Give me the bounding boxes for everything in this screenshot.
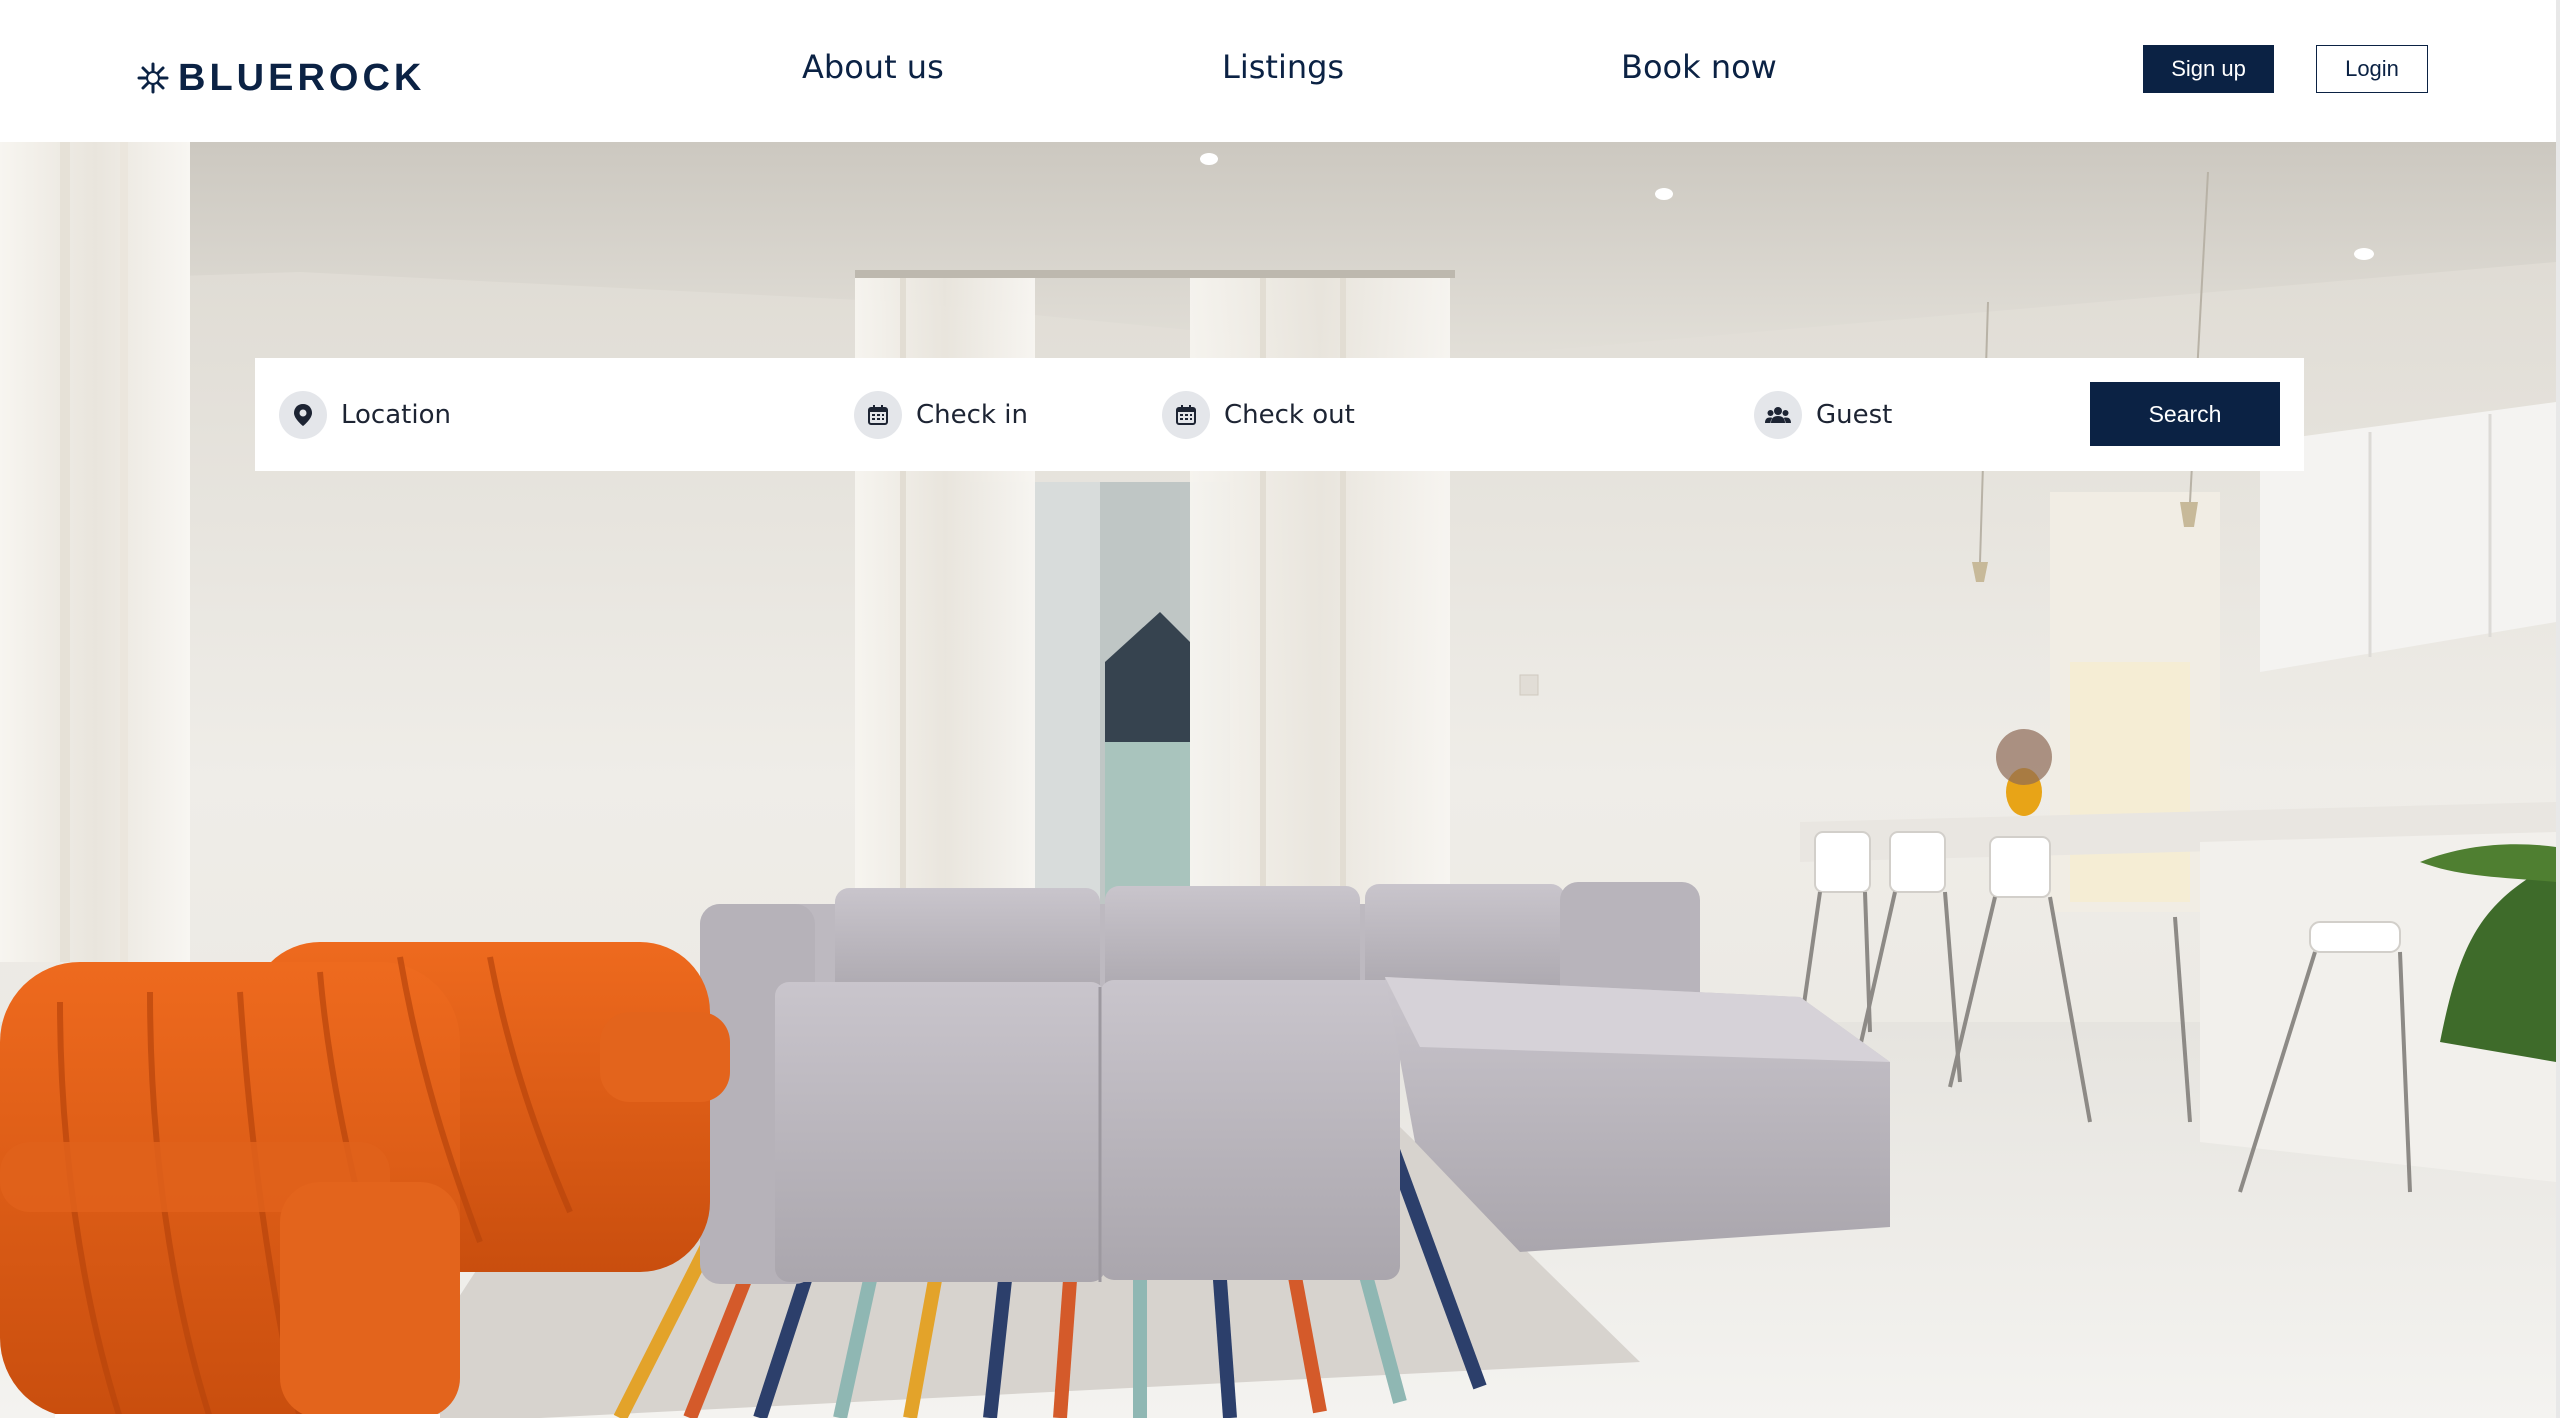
signup-button[interactable]: Sign up [2143,45,2274,93]
check-out-field[interactable]: Check out [1162,390,1355,440]
check-in-field[interactable]: Check in [854,390,1028,440]
nav-about-us[interactable]: About us [802,48,944,86]
calendar-icon [1162,391,1210,439]
check-out-label: Check out [1224,400,1355,430]
nav-listings[interactable]: Listings [1222,48,1344,86]
search-button[interactable]: Search [2090,382,2280,446]
location-label: Location [341,400,451,430]
scrollbar[interactable] [2556,0,2560,1418]
site-header: BLUEROCK About us Listings Book now Sign… [0,0,2556,142]
check-in-label: Check in [916,400,1028,430]
hero-image [0,142,2556,1418]
brand-logo[interactable]: BLUEROCK [136,56,425,100]
booking-search-bar: Location Check in Check out Guest Search [255,358,2304,471]
guest-field[interactable]: Guest [1754,390,1892,440]
login-button[interactable]: Login [2316,45,2428,93]
bottom-divider [55,1414,440,1418]
map-pin-icon [279,391,327,439]
snowflake-burst-icon [137,62,169,94]
users-icon [1754,391,1802,439]
nav-book-now[interactable]: Book now [1621,48,1777,86]
location-field[interactable]: Location [279,390,451,440]
brand-name: BLUEROCK [178,56,426,99]
calendar-icon [854,391,902,439]
guest-label: Guest [1816,400,1893,430]
